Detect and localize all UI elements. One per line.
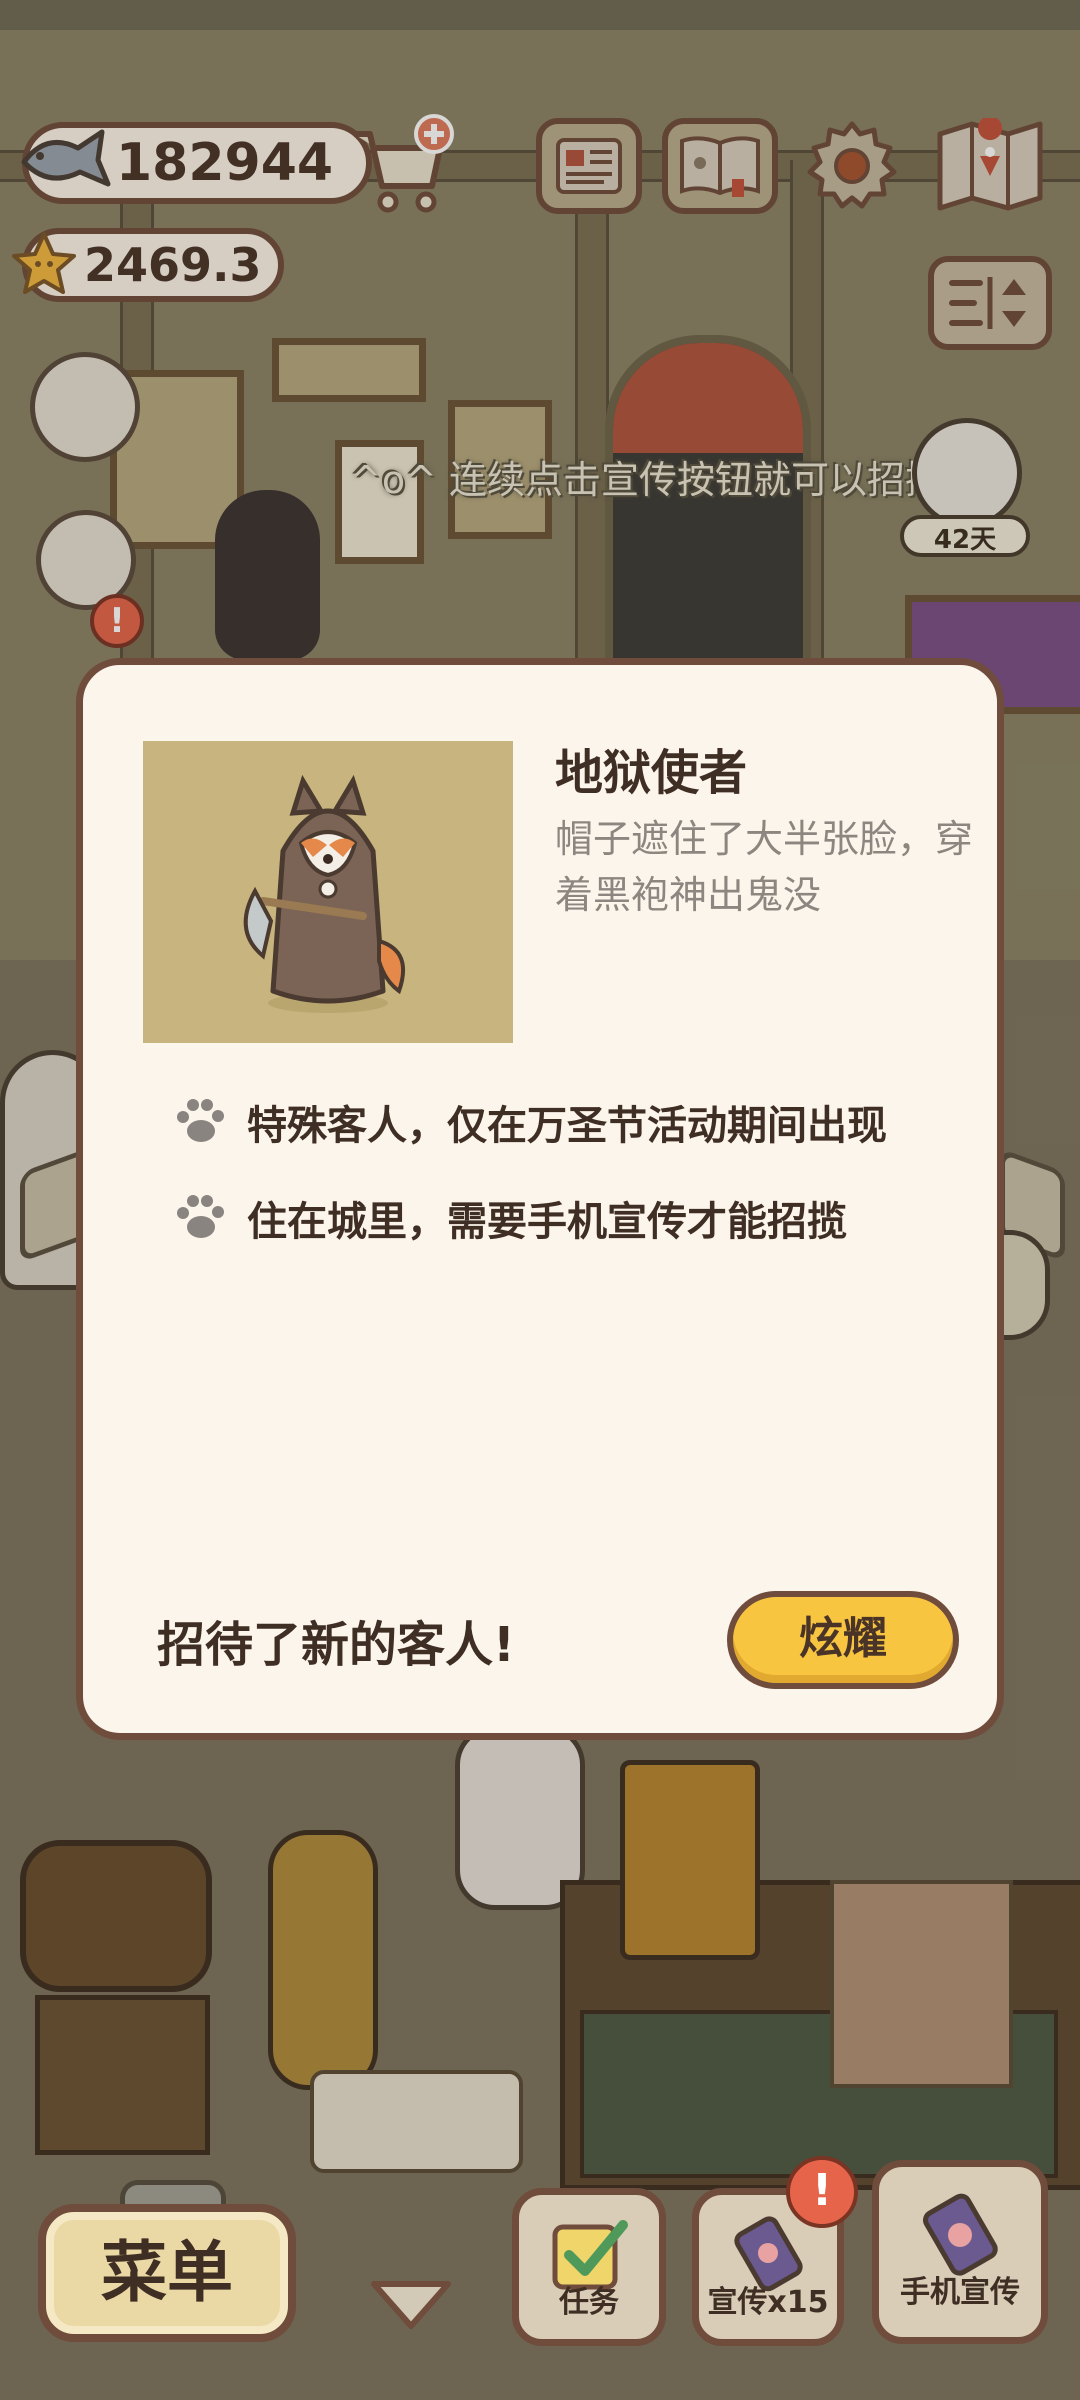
- guest-name: 地狱使者: [555, 745, 748, 801]
- new-guest-message: 招待了新的客人!: [157, 1617, 515, 1673]
- trait-row: 特殊客人，仅在万圣节活动期间出现: [173, 1093, 887, 1151]
- phone-promote-button[interactable]: 手机宣传: [872, 2160, 1048, 2344]
- phone-promote-label: 手机宣传: [900, 2275, 1020, 2310]
- trait-row: 住在城里，需要手机宣传才能招揽: [173, 1189, 847, 1247]
- chevron-down-icon[interactable]: [368, 2276, 454, 2332]
- task-label: 任务: [559, 2285, 619, 2320]
- new-guest-dialog: 地狱使者 帽子遮住了大半张脸，穿着黑袍神出鬼没 特殊客人，仅在万圣节活动期间出现…: [76, 658, 1004, 1740]
- trait-text: 特殊客人，仅在万圣节活动期间出现: [247, 1103, 887, 1149]
- guest-description: 帽子遮住了大半张脸，穿着黑袍神出鬼没: [555, 817, 974, 917]
- paw-icon: [177, 1099, 224, 1142]
- menu-button[interactable]: 菜单: [38, 2204, 296, 2342]
- promote-label: 宣传x15: [707, 2285, 829, 2320]
- promote-alert-badge: !: [786, 2156, 858, 2228]
- guest-portrait: [143, 741, 513, 1043]
- show-off-button[interactable]: 炫耀: [727, 1591, 959, 1689]
- fox-reaper-illustration: [243, 774, 405, 1013]
- paw-icon: [177, 1195, 224, 1238]
- task-button[interactable]: 任务: [512, 2188, 666, 2346]
- trait-text: 住在城里，需要手机宣传才能招揽: [247, 1199, 847, 1245]
